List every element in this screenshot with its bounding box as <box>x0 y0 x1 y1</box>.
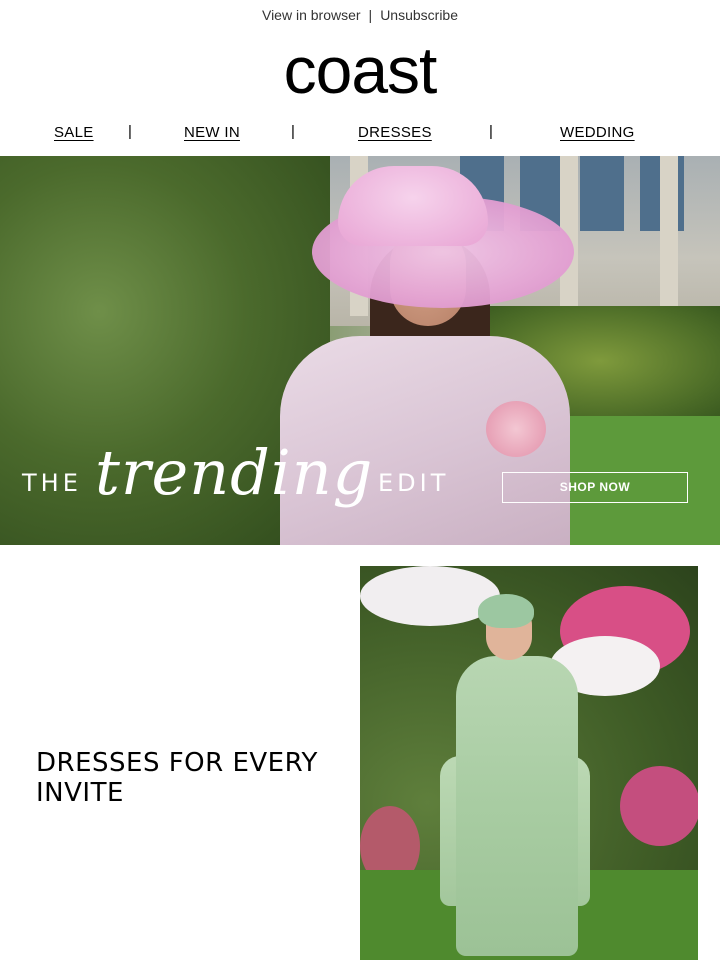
brand-logo-text: coast <box>283 33 438 107</box>
shop-now-button[interactable]: SHOP NOW <box>502 472 688 503</box>
nav-item-sale[interactable]: SALE <box>54 124 94 141</box>
view-in-browser-link[interactable]: View in browser <box>262 7 361 23</box>
hero-headline-the: THE <box>22 469 82 497</box>
main-nav: SALE | NEW IN | DRESSES | WEDDING <box>0 118 720 148</box>
hero-headline-edit: EDIT <box>378 469 450 497</box>
dress-photo[interactable] <box>360 566 698 960</box>
section-title: DRESSES FOR EVERY INVITE <box>36 748 318 808</box>
utility-links: View in browser | Unsubscribe <box>0 0 720 30</box>
nav-item-dresses[interactable]: DRESSES <box>358 124 432 141</box>
nav-separator: | <box>489 123 493 140</box>
hero-banner[interactable]: THE trending EDIT SHOP NOW <box>0 156 720 545</box>
utility-separator: | <box>368 7 373 23</box>
mint-fascinator <box>478 594 534 628</box>
nav-separator: | <box>291 123 295 140</box>
hero-hat-crown <box>338 166 488 246</box>
nav-item-new-in[interactable]: NEW IN <box>184 124 240 141</box>
corsage-flower-icon <box>486 401 546 457</box>
mint-dress <box>456 656 578 956</box>
nav-item-wedding[interactable]: WEDDING <box>560 124 635 141</box>
hero-headline-trending: trending <box>95 436 374 509</box>
brand-logo[interactable]: coast <box>0 30 720 110</box>
unsubscribe-link[interactable]: Unsubscribe <box>380 7 458 23</box>
nav-separator: | <box>128 123 132 140</box>
